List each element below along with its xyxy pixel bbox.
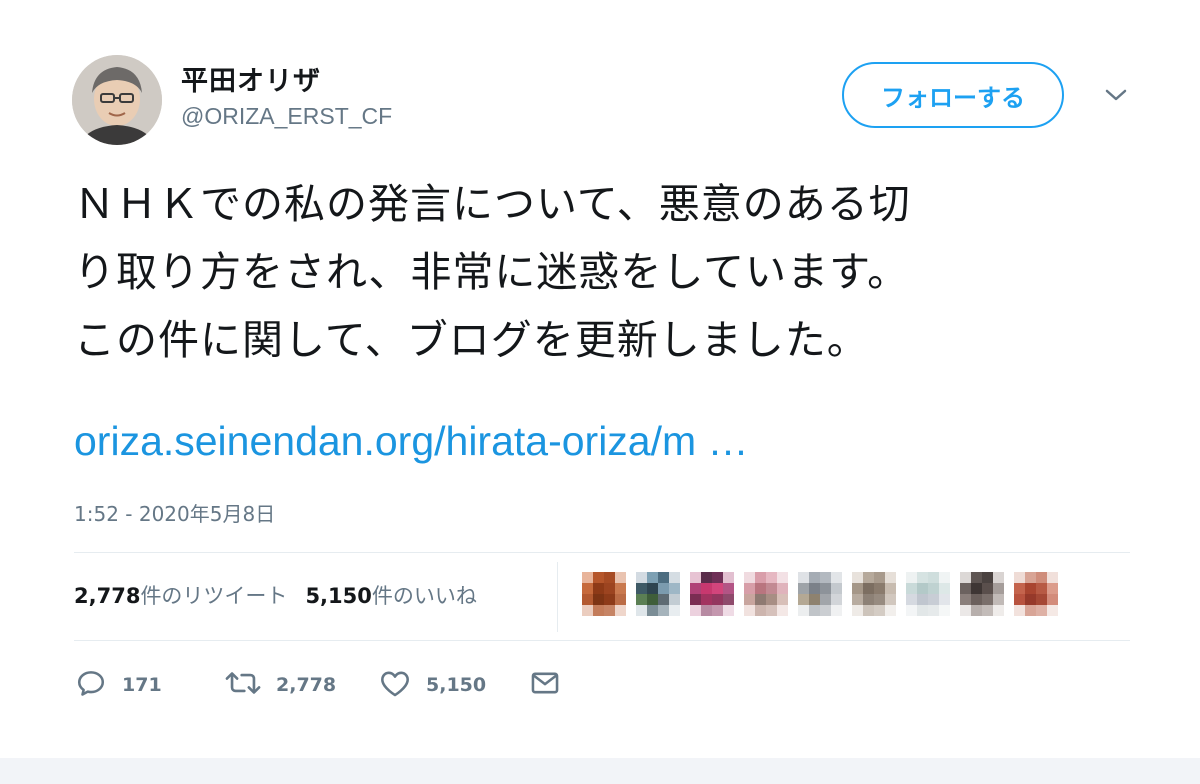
liker-avatar[interactable]: [744, 572, 788, 616]
retweet-icon: [224, 666, 262, 704]
retweet-count: 2,778: [276, 674, 337, 696]
bottom-strip: [0, 758, 1200, 784]
liker-avatar[interactable]: [960, 572, 1004, 616]
liker-avatar[interactable]: [636, 572, 680, 616]
liker-avatar[interactable]: [798, 572, 842, 616]
direct-message-button[interactable]: [528, 667, 562, 703]
like-count: 5,150: [426, 674, 487, 696]
liker-avatar[interactable]: [582, 572, 626, 616]
reply-icon: [74, 666, 108, 704]
follow-button[interactable]: フォローする: [842, 62, 1064, 128]
tweet-text: ＮＨＫでの私の発言について、悪意のある切 り取り方をされ、非常に迷惑をしています…: [74, 180, 911, 364]
stats-separator: [557, 562, 558, 632]
like-stat-count: 5,150: [305, 584, 372, 608]
chevron-down-icon[interactable]: [1102, 83, 1130, 107]
reply-count: 171: [122, 674, 162, 696]
user-avatar[interactable]: [72, 55, 162, 145]
retweet-button[interactable]: 2,778: [224, 667, 336, 703]
tweet-link[interactable]: oriza.seinendan.org/hirata-oriza/m …: [74, 418, 749, 465]
divider-bottom: [74, 640, 1130, 641]
like-button[interactable]: 5,150: [378, 667, 486, 703]
retweet-stat-label: 件のリツイート: [140, 584, 288, 608]
liker-avatar[interactable]: [690, 572, 734, 616]
heart-icon: [378, 666, 412, 704]
reply-button[interactable]: 171: [74, 667, 162, 703]
tweet-header: 平田オリザ @ORIZA_ERST_CF フォローする: [72, 55, 1132, 150]
display-name[interactable]: 平田オリザ: [181, 59, 321, 98]
divider-top: [74, 552, 1130, 553]
like-stat[interactable]: 5,150件のいいね: [305, 580, 476, 610]
retweet-stat[interactable]: 2,778件のリツイート: [74, 580, 287, 610]
liker-avatar[interactable]: [1014, 572, 1058, 616]
tweet-timestamp[interactable]: 1:52 - 2020年5月8日: [74, 498, 275, 527]
tweet-page: 平田オリザ @ORIZA_ERST_CF フォローする ＮＨＫでの私の発言につい…: [0, 0, 1200, 784]
tweet-stats: 2,778件のリツイート 5,150件のいいね: [74, 580, 495, 610]
like-stat-label: 件のいいね: [371, 584, 477, 608]
mail-icon: [528, 666, 562, 704]
liker-avatar[interactable]: [852, 572, 896, 616]
user-handle[interactable]: @ORIZA_ERST_CF: [181, 103, 392, 130]
retweet-stat-count: 2,778: [74, 584, 141, 608]
liker-avatar[interactable]: [906, 572, 950, 616]
